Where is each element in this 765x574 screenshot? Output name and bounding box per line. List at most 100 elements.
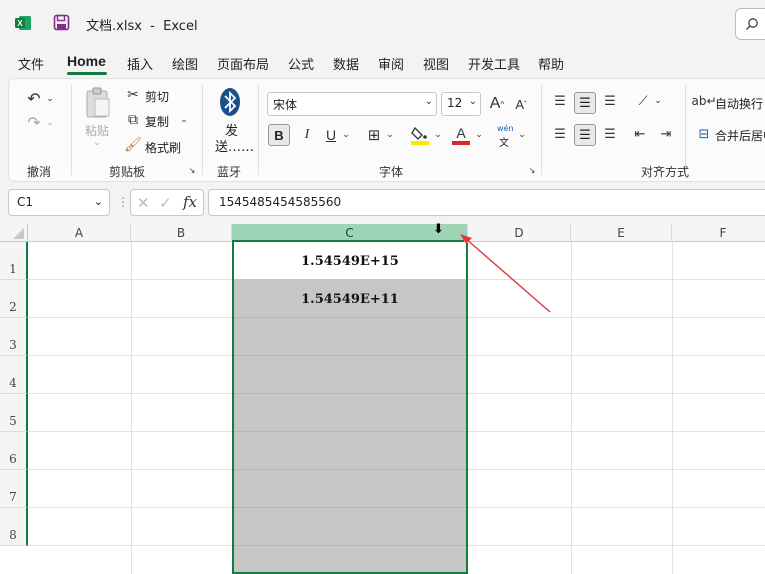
font-name-select[interactable]: 宋体 ⌄ [267,92,437,116]
column-header-b[interactable]: B [131,224,232,242]
clipboard-launcher-icon[interactable]: ↘ [187,165,197,175]
column-header-e[interactable]: E [571,224,672,242]
row-header-2[interactable]: 2 [0,280,28,318]
scissors-icon[interactable]: ✂ [124,86,142,104]
tab-help[interactable]: 帮助 [538,54,564,73]
cancel-icon[interactable]: ✕ [137,194,150,212]
search-input[interactable] [735,8,765,40]
worksheet-grid[interactable]: A B C D E F 1 2 3 4 5 6 7 8 1.54549E+15 … [0,222,765,574]
more-options-icon[interactable]: ⋮ [117,195,129,209]
name-box[interactable]: C1 ⌄ [8,189,110,216]
font-color-icon[interactable]: A [451,124,471,146]
borders-dropdown-icon[interactable]: ⌄ [385,124,395,146]
chevron-down-icon[interactable]: ⌄ [94,195,103,208]
align-top-icon[interactable]: ☰ [551,92,569,110]
bluetooth-icon[interactable] [219,87,241,117]
italic-button[interactable]: I [297,124,317,146]
row-header-8[interactable]: 8 [0,508,28,546]
row-header-3[interactable]: 3 [0,318,28,356]
phonetic-bottom-label[interactable]: 文 [499,134,509,149]
group-divider [71,85,72,175]
paste-icon[interactable] [83,87,113,119]
tab-data[interactable]: 数据 [333,54,359,73]
ribbon-tabs: 文件 Home 插入 绘图 页面布局 公式 数据 审阅 视图 开发工具 帮助 [0,46,765,76]
fill-color-dropdown-icon[interactable]: ⌄ [433,124,443,146]
insert-function-button[interactable]: fx [183,193,197,211]
tab-file[interactable]: 文件 [18,54,44,73]
merge-center-icon[interactable]: ⊟ [695,124,713,144]
tab-page-layout[interactable]: 页面布局 [217,54,269,73]
row-header-1[interactable]: 1 [0,242,28,280]
tab-review[interactable]: 审阅 [378,54,404,73]
search-icon [746,18,758,30]
row-header-4[interactable]: 4 [0,356,28,394]
cell-c1[interactable]: 1.54549E+15 [234,254,466,269]
undo-dropdown-icon[interactable]: ⌄ [45,89,55,109]
tab-formulas[interactable]: 公式 [288,54,314,73]
tab-insert[interactable]: 插入 [127,54,153,73]
increase-font-size-icon[interactable]: A ^ [487,93,507,115]
tab-view[interactable]: 视图 [423,54,449,73]
column-header-a[interactable]: A [28,224,131,242]
align-middle-button[interactable]: ☰ [574,92,596,114]
annotation-arrow [460,234,551,313]
bold-button[interactable]: B [268,124,290,146]
enter-icon[interactable]: ✓ [159,194,172,212]
phonetic-top-label[interactable]: wén [497,124,514,133]
clipboard-group-label: 剪贴板 [109,165,146,179]
copy-button[interactable]: 复制 [145,113,169,130]
formula-value: 1545485454585560 [219,195,342,209]
orientation-icon[interactable]: ⟋ [633,92,653,110]
decrease-indent-icon[interactable]: ⇤ [631,124,649,144]
align-middle-icon: ☰ [579,95,591,111]
wrap-text-icon[interactable]: ab↵ [691,92,716,110]
wrap-text-button[interactable]: 自动换行 [715,95,763,112]
redo-dropdown-icon[interactable]: ⌄ [45,113,55,133]
save-icon[interactable] [53,14,70,31]
fill-color-icon[interactable] [410,124,430,146]
group-divider [202,85,203,175]
font-launcher-icon[interactable]: ↘ [527,165,537,175]
cut-button[interactable]: 剪切 [145,88,169,105]
orientation-dropdown-icon[interactable]: ⌄ [653,92,663,110]
tab-developer[interactable]: 开发工具 [468,54,520,73]
format-painter-icon[interactable]: 🖌 [124,136,142,154]
formula-actions: ✕ ✓ fx [130,189,204,216]
row-header-7[interactable]: 7 [0,470,28,508]
redo-icon[interactable]: ↷ [23,111,45,133]
column-header-f[interactable]: F [672,224,765,242]
gridline [131,242,132,574]
group-divider [258,85,259,175]
paste-dropdown-icon[interactable]: ⌄ [91,137,103,149]
send-label-line2[interactable]: 送…… [215,136,254,155]
font-size-select[interactable]: 12 ⌄ [441,92,481,116]
align-center-button[interactable]: ☰ [574,124,596,146]
copy-icon[interactable]: ⧉ [124,111,142,129]
copy-dropdown-icon[interactable]: ⌄ [179,113,189,127]
select-all-corner[interactable] [0,224,28,242]
column-select-cursor-icon: ⬇ [433,222,444,237]
increase-indent-icon[interactable]: ⇥ [657,124,675,144]
formula-input[interactable]: 1545485454585560 [208,189,765,216]
decrease-font-size-icon[interactable]: Aˇ [511,93,531,115]
borders-icon[interactable]: ⊞ [365,124,383,146]
select-all-triangle-icon [13,228,24,239]
align-right-icon[interactable]: ☰ [601,124,619,144]
undo-icon[interactable]: ↶ [23,87,45,109]
merge-center-button[interactable]: 合并后居中 [715,127,765,144]
align-bottom-icon[interactable]: ☰ [601,92,619,110]
underline-dropdown-icon[interactable]: ⌄ [341,124,351,146]
excel-logo-icon: X [15,16,31,30]
chevron-down-icon: ⌄ [468,96,477,107]
row-header-5[interactable]: 5 [0,394,28,432]
cell-c2[interactable]: 1.54549E+11 [234,292,466,307]
row-header-6[interactable]: 6 [0,432,28,470]
tab-home[interactable]: Home [67,53,106,69]
svg-text:X: X [17,19,23,28]
underline-button[interactable]: U [321,124,341,146]
font-color-dropdown-icon[interactable]: ⌄ [474,124,484,146]
phonetic-dropdown-icon[interactable]: ⌄ [517,124,527,146]
align-left-icon[interactable]: ☰ [551,124,569,144]
format-painter-button[interactable]: 格式刷 [145,139,181,156]
tab-draw[interactable]: 绘图 [172,54,198,73]
